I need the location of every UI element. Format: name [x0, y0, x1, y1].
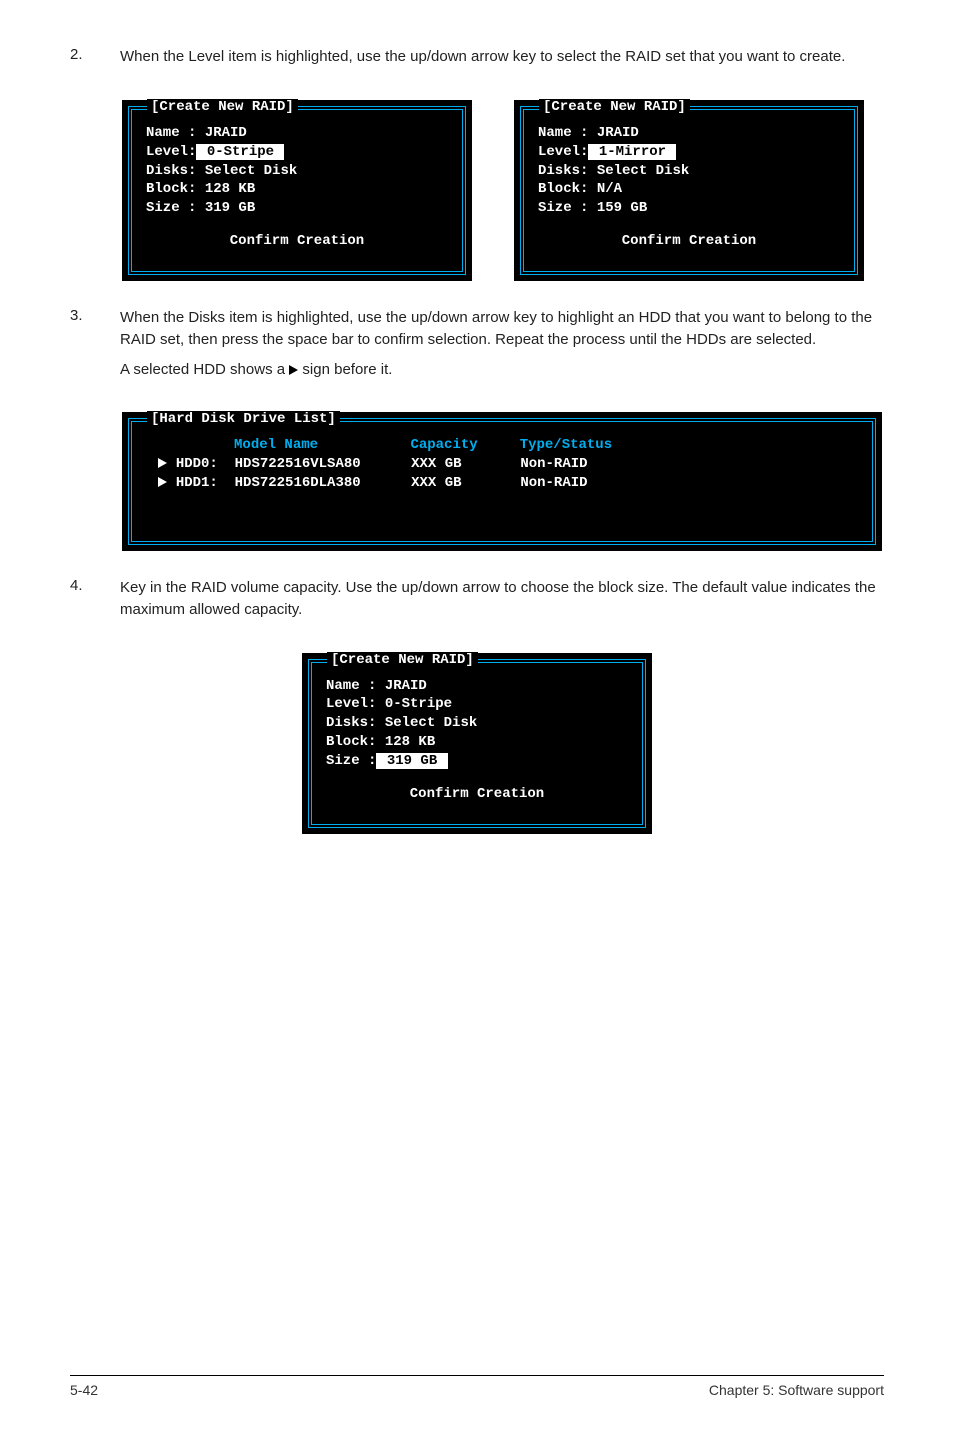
step-2: 2. When the Level item is highlighted, u…: [70, 46, 884, 74]
panel-b-name: Name : JRAID: [538, 124, 840, 143]
panel-a-block: Block: 128 KB: [146, 180, 448, 199]
step-4-number: 4.: [70, 577, 120, 627]
step-3-number: 3.: [70, 307, 120, 386]
panel-b-title: [Create New RAID]: [539, 99, 690, 115]
hdd-header-row: Model Name Capacity Type/Status: [150, 436, 854, 455]
panel-d-disks: Disks: Select Disk: [326, 714, 628, 733]
hdd-header-capacity: Capacity: [410, 437, 477, 453]
panel-create-raid-stripe: [Create New RAID] Name : JRAID Level: 0-…: [122, 100, 472, 281]
step-3-subnote: A selected HDD shows a sign before it.: [120, 359, 884, 381]
panel-a-level-value: 0-Stripe: [196, 144, 284, 160]
triangle-icon: [158, 477, 167, 487]
panel-create-raid-size: [Create New RAID] Name : JRAID Level: 0-…: [302, 653, 652, 834]
step-4-body: Key in the RAID volume capacity. Use the…: [120, 577, 884, 627]
step-2-text: When the Level item is highlighted, use …: [120, 46, 884, 68]
raid-panel-center-row: [Create New RAID] Name : JRAID Level: 0-…: [70, 653, 884, 834]
panel-c-title: [Hard Disk Drive List]: [147, 411, 340, 427]
panel-b-disks: Disks: Select Disk: [538, 162, 840, 181]
panel-b-block: Block: N/A: [538, 180, 840, 199]
triangle-icon: [158, 458, 167, 468]
panel-a-title: [Create New RAID]: [147, 99, 298, 115]
panel-create-raid-mirror: [Create New RAID] Name : JRAID Level: 1-…: [514, 100, 864, 281]
page-footer: 5-42 Chapter 5: Software support: [70, 1375, 884, 1398]
panel-d-title: [Create New RAID]: [327, 652, 478, 668]
hdd-row-0: HDD0: HDS722516VLSA80 XXX GB Non-RAID: [150, 455, 854, 474]
panel-d-name: Name : JRAID: [326, 677, 628, 696]
triangle-icon: [289, 365, 298, 375]
hdd-list-row: [Hard Disk Drive List] Model Name Capaci…: [122, 412, 884, 551]
step-3-text: When the Disks item is highlighted, use …: [120, 307, 884, 351]
hdd-header-type: Type/Status: [520, 437, 612, 453]
panel-a-name: Name : JRAID: [146, 124, 448, 143]
panel-d-confirm: Confirm Creation: [326, 785, 628, 804]
panel-b-confirm: Confirm Creation: [538, 232, 840, 251]
panel-d-size-value: 319 GB: [376, 753, 447, 769]
panel-d-block: Block: 128 KB: [326, 733, 628, 752]
panel-a-confirm: Confirm Creation: [146, 232, 448, 251]
panel-a-size: Size : 319 GB: [146, 199, 448, 218]
panel-a-disks: Disks: Select Disk: [146, 162, 448, 181]
footer-page-number: 5-42: [70, 1382, 98, 1398]
hdd-header-model: Model Name: [234, 437, 318, 453]
raid-panels-row: [Create New RAID] Name : JRAID Level: 0-…: [122, 100, 884, 281]
footer-chapter: Chapter 5: Software support: [709, 1382, 884, 1398]
step-3-body: When the Disks item is highlighted, use …: [120, 307, 884, 386]
panel-b-size: Size : 159 GB: [538, 199, 840, 218]
step-3: 3. When the Disks item is highlighted, u…: [70, 307, 884, 386]
panel-d-level: Level: 0-Stripe: [326, 695, 628, 714]
step-2-number: 2.: [70, 46, 120, 74]
panel-hdd-list: [Hard Disk Drive List] Model Name Capaci…: [122, 412, 882, 551]
step-4: 4. Key in the RAID volume capacity. Use …: [70, 577, 884, 627]
panel-a-level: Level: 0-Stripe: [146, 143, 448, 162]
panel-d-size: Size : 319 GB: [326, 752, 628, 771]
hdd-row-1: HDD1: HDS722516DLA380 XXX GB Non-RAID: [150, 474, 854, 493]
step-4-text: Key in the RAID volume capacity. Use the…: [120, 577, 884, 621]
panel-b-level: Level: 1-Mirror: [538, 143, 840, 162]
panel-b-level-value: 1-Mirror: [588, 144, 676, 160]
step-2-body: When the Level item is highlighted, use …: [120, 46, 884, 74]
